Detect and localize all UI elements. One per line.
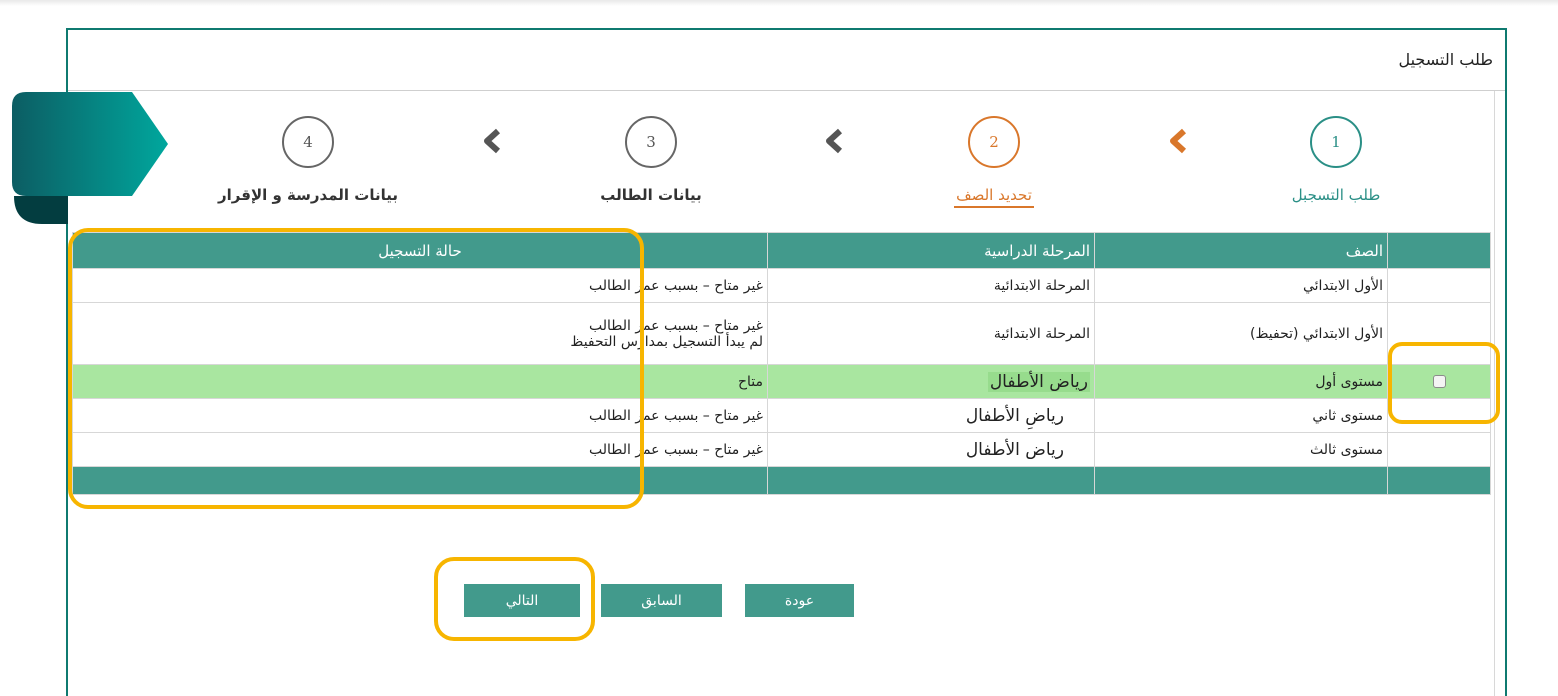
stage-cell: المرحلة الابتدائية bbox=[767, 268, 1095, 303]
status-text: غير متاح – بسبب عمر الطالب bbox=[589, 441, 763, 458]
footer-cell bbox=[1094, 466, 1388, 495]
status-cell: غير متاح – بسبب عمر الطالب bbox=[72, 432, 768, 467]
row-select-cell bbox=[1387, 268, 1491, 303]
status-text: غير متاح – بسبب عمر الطالب bbox=[589, 277, 763, 294]
header-grade: الصف bbox=[1094, 232, 1388, 269]
step-2[interactable]: 2 تحديد الصف bbox=[884, 116, 1104, 208]
step-4[interactable]: 4 بيانات المدرسة و الإقرار bbox=[198, 116, 418, 204]
top-shadow bbox=[0, 0, 1558, 6]
grade-table: الصف المرحلة الدراسية حالة التسجيل الأول… bbox=[72, 232, 1491, 495]
panel-divider bbox=[1494, 91, 1495, 696]
stage-text: رياض الأطفال bbox=[987, 371, 1090, 392]
table-row: الأول الابتدائي المرحلة الابتدائية غير م… bbox=[72, 268, 1491, 303]
next-button[interactable]: التالي bbox=[464, 584, 580, 617]
table-row-available[interactable]: مستوى أول رياض الأطفال متاح bbox=[72, 364, 1491, 399]
ribbon-decoration bbox=[12, 92, 168, 224]
step-3-label: بيانات الطالب bbox=[600, 186, 702, 204]
grade-cell: الأول الابتدائي bbox=[1094, 268, 1388, 303]
step-1-number: 1 bbox=[1310, 116, 1362, 168]
chevron-left-icon bbox=[484, 128, 501, 154]
header-select bbox=[1387, 232, 1491, 269]
footer-cell bbox=[1387, 466, 1491, 495]
step-3-number: 3 bbox=[625, 116, 677, 168]
previous-button[interactable]: السابق bbox=[601, 584, 722, 617]
row-select-cell bbox=[1387, 432, 1491, 467]
grade-select-checkbox[interactable] bbox=[1432, 375, 1446, 388]
row-select-cell bbox=[1387, 302, 1491, 365]
status-cell: غير متاح – بسبب عمر الطالب bbox=[72, 398, 768, 433]
status-text: غير متاح – بسبب عمر الطالب bbox=[589, 407, 763, 424]
footer-cell bbox=[72, 466, 768, 495]
step-4-label: بيانات المدرسة و الإقرار bbox=[218, 186, 398, 204]
step-1-label: طلب التسجبل bbox=[1291, 186, 1381, 204]
status-cell: غير متاح – بسبب عمر الطالب bbox=[72, 268, 768, 303]
header-status: حالة التسجيل bbox=[72, 232, 768, 269]
stage-cell: المرحلة الابتدائية bbox=[767, 302, 1095, 365]
status-cell: متاح bbox=[72, 364, 768, 399]
row-select-cell bbox=[1387, 398, 1491, 433]
grade-cell: مستوى ثالث bbox=[1094, 432, 1388, 467]
step-2-number: 2 bbox=[968, 116, 1020, 168]
stage-text: رياض الأطفال bbox=[965, 439, 1064, 460]
step-4-number: 4 bbox=[282, 116, 334, 168]
status-text: غير متاح – بسبب عمر الطالب bbox=[589, 317, 763, 334]
status-note: لم يبدأ التسجيل بمدارس التحفيظ bbox=[570, 333, 763, 350]
step-1[interactable]: 1 طلب التسجبل bbox=[1226, 116, 1446, 204]
panel-header: طلب التسجيل bbox=[68, 30, 1505, 91]
stage-cell: رياضِ الأطفال bbox=[767, 398, 1095, 433]
status-cell: غير متاح – بسبب عمر الطالب لم يبدأ التسج… bbox=[72, 302, 768, 365]
table-row: مستوى ثاني رياضِ الأطفال غير متاح – بسبب… bbox=[72, 398, 1491, 433]
chevron-left-icon bbox=[1170, 128, 1187, 154]
stage-text: رياضِ الأطفال bbox=[965, 405, 1064, 426]
back-button[interactable]: عودة bbox=[745, 584, 854, 617]
footer-cell bbox=[767, 466, 1095, 495]
table-footer-row bbox=[72, 466, 1491, 495]
panel-title: طلب التسجيل bbox=[1398, 50, 1493, 69]
grade-cell: الأول الابتدائي (تحفيظ) bbox=[1094, 302, 1388, 365]
grade-cell: مستوى ثاني bbox=[1094, 398, 1388, 433]
grade-cell: مستوى أول bbox=[1094, 364, 1388, 399]
step-3[interactable]: 3 بيانات الطالب bbox=[541, 116, 761, 204]
status-text: متاح bbox=[737, 373, 763, 390]
stage-cell: رياض الأطفال bbox=[767, 364, 1095, 399]
row-select-cell bbox=[1387, 364, 1491, 399]
stage-cell: رياض الأطفال bbox=[767, 432, 1095, 467]
table-row: الأول الابتدائي (تحفيظ) المرحلة الابتدائ… bbox=[72, 302, 1491, 365]
step-2-label: تحديد الصف bbox=[954, 186, 1034, 208]
table-row: مستوى ثالث رياض الأطفال غير متاح – بسبب … bbox=[72, 432, 1491, 467]
table-header-row: الصف المرحلة الدراسية حالة التسجيل bbox=[72, 232, 1491, 269]
header-stage: المرحلة الدراسية bbox=[767, 232, 1095, 269]
chevron-left-icon bbox=[826, 128, 843, 154]
